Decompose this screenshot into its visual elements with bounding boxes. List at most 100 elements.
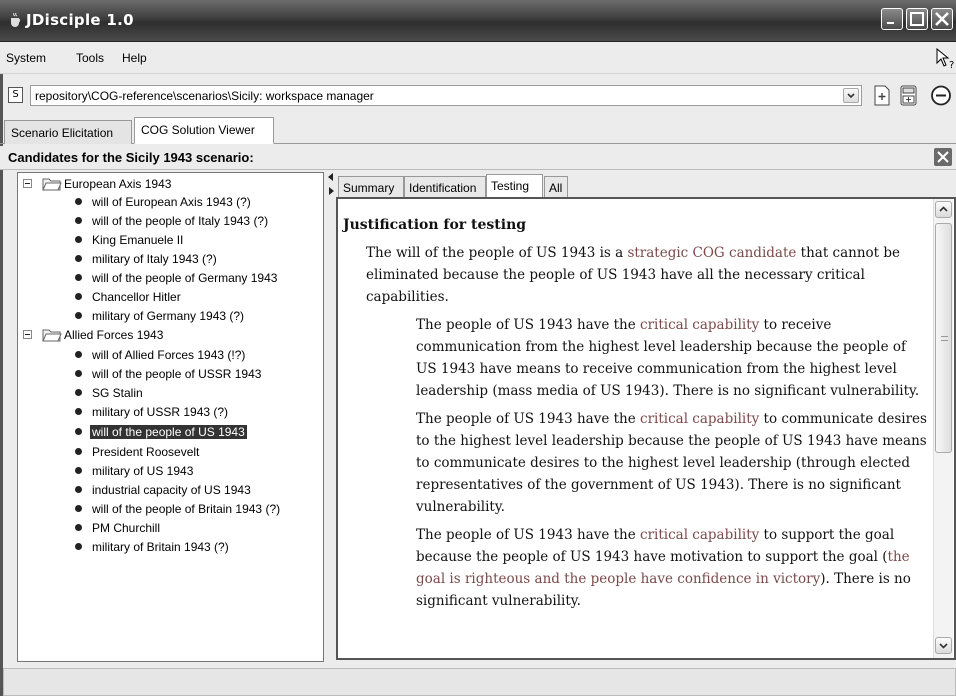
bullet-icon: [75, 312, 82, 319]
tree-group-label: Allied Forces 1943: [64, 328, 164, 342]
tree-leaf-label: will of the people of Italy 1943 (?): [92, 214, 269, 228]
tree-leaf-label: industrial capacity of US 1943: [92, 483, 251, 497]
status-bar: [3, 668, 956, 696]
tree-leaf[interactable]: military of Italy 1943 (?): [18, 251, 318, 267]
tree-leaf[interactable]: Chancellor Hitler: [18, 289, 318, 305]
workspace-path-combo[interactable]: repository\COG-reference\scenarios\Sicil…: [30, 85, 862, 106]
tree-leaf[interactable]: military of Britain 1943 (?): [18, 539, 318, 555]
close-icon: [937, 151, 949, 163]
tree-leaf-label: Chancellor Hitler: [92, 290, 181, 304]
tree-leaf-label: military of Germany 1943 (?): [92, 309, 245, 323]
critical-capability-link[interactable]: critical capability: [640, 317, 759, 333]
tree-leaf-label: military of Britain 1943 (?): [92, 540, 229, 554]
svg-text:?: ?: [949, 60, 954, 70]
bullet-icon: [75, 505, 82, 512]
tree-group-label: European Axis 1943: [64, 177, 172, 191]
menu-tools[interactable]: Tools: [76, 51, 104, 65]
bullet-icon: [75, 408, 82, 415]
save-workspace-icon[interactable]: [898, 85, 920, 106]
tree-leaf[interactable]: King Emanuele II: [18, 232, 318, 248]
vertical-scrollbar[interactable]: [933, 199, 953, 658]
bullet-icon: [75, 389, 82, 396]
justification-heading: Justification for testing: [343, 217, 527, 233]
remove-icon[interactable]: [930, 85, 952, 106]
add-document-icon[interactable]: [872, 85, 892, 106]
tree-leaf[interactable]: will of the people of USSR 1943: [18, 366, 318, 382]
justification-panel: Justification for testing The will of th…: [336, 197, 956, 660]
tree-leaf[interactable]: will of the people of Germany 1943: [18, 270, 318, 286]
menu-help[interactable]: Help: [122, 51, 147, 65]
bullet-icon: [75, 486, 82, 493]
tree-leaf[interactable]: military of US 1943: [18, 463, 318, 479]
tree-leaf-label: SG Stalin: [92, 386, 143, 400]
bullet-icon: [75, 370, 82, 377]
cog-candidate-paragraph: The will of the people of US 1943 is a s…: [366, 242, 929, 308]
menu-system[interactable]: System: [6, 51, 46, 65]
maximize-icon: [910, 12, 924, 26]
candidates-tree[interactable]: European Axis 1943 will of European Axis…: [17, 172, 324, 662]
bullet-icon: [75, 236, 82, 243]
tree-leaf[interactable]: will of the people of Britain 1943 (?): [18, 501, 318, 517]
bullet-icon: [75, 524, 82, 531]
close-window-button[interactable]: [931, 8, 953, 30]
bullet-icon: [75, 255, 82, 262]
tab-summary[interactable]: Summary: [338, 176, 404, 198]
tree-leaf-label: will of the people of Germany 1943: [92, 271, 278, 285]
tab-testing[interactable]: Testing: [486, 174, 543, 198]
bullet-icon: [75, 428, 82, 435]
help-cursor-icon[interactable]: ?: [936, 48, 956, 70]
tree-leaf-label: military of US 1943: [92, 464, 194, 478]
tree-leaf[interactable]: PM Churchill: [18, 520, 318, 536]
strategic-cog-link[interactable]: strategic COG candidate: [627, 245, 796, 261]
critical-capability-link[interactable]: critical capability: [640, 527, 759, 543]
folder-open-icon: [42, 329, 62, 342]
tree-leaf[interactable]: will of the people of Italy 1943 (?): [18, 213, 318, 229]
paragraph-text: The people of US 1943 have the: [416, 317, 641, 333]
tree-leaf-label: PM Churchill: [92, 521, 161, 535]
scroll-grip: [941, 336, 948, 341]
window-title: JDisciple 1.0: [26, 11, 134, 29]
collapse-toggle-icon[interactable]: [23, 330, 32, 339]
tree-leaf[interactable]: will of European Axis 1943 (?): [18, 194, 318, 210]
tree-leaf[interactable]: industrial capacity of US 1943: [18, 482, 318, 498]
java-cup-icon: [11, 12, 21, 27]
splitter-collapse-arrows-icon[interactable]: [327, 172, 335, 198]
critical-capability-link[interactable]: critical capability: [640, 411, 759, 427]
tab-cog-solution-viewer[interactable]: COG Solution Viewer: [134, 117, 274, 144]
scroll-thumb[interactable]: [935, 223, 952, 453]
minimize-icon: [887, 22, 894, 24]
combo-dropdown-button[interactable]: [843, 88, 859, 103]
scroll-up-button[interactable]: [935, 201, 952, 218]
menu-bar: System Tools Help ?: [0, 42, 956, 74]
bullet-icon: [75, 467, 82, 474]
collapse-toggle-icon[interactable]: [23, 179, 32, 188]
tree-leaf-label: military of Italy 1943 (?): [92, 252, 217, 266]
tab-all[interactable]: All: [544, 176, 568, 198]
tree-group-allied-forces[interactable]: Allied Forces 1943: [18, 327, 318, 343]
maximize-button[interactable]: [906, 8, 928, 30]
tab-scenario-elicitation[interactable]: Scenario Elicitation: [4, 120, 132, 144]
paragraph-text: The people of US 1943 have the: [416, 411, 641, 427]
close-candidates-button[interactable]: [934, 148, 952, 166]
tree-leaf[interactable]: military of USSR 1943 (?): [18, 404, 318, 420]
tree-leaf[interactable]: military of Germany 1943 (?): [18, 308, 318, 324]
capability-paragraph: The people of US 1943 have the critical …: [416, 524, 929, 612]
tree-leaf-selected[interactable]: will of the people of US 1943: [18, 424, 318, 440]
tree-leaf[interactable]: will of Allied Forces 1943 (!?): [18, 347, 318, 363]
tree-leaf[interactable]: SG Stalin: [18, 385, 318, 401]
title-bar[interactable]: JDisciple 1.0: [0, 0, 956, 42]
tree-leaf-label: King Emanuele II: [92, 233, 184, 247]
tab-identification[interactable]: Identification: [404, 176, 486, 198]
tree-leaf-label: President Roosevelt: [92, 445, 200, 459]
scroll-down-button[interactable]: [935, 637, 952, 654]
bullet-icon: [75, 543, 82, 550]
tree-group-european-axis[interactable]: European Axis 1943: [18, 176, 318, 192]
tree-leaf-label: will of the people of Britain 1943 (?): [92, 502, 281, 516]
bullet-icon: [75, 217, 82, 224]
chevron-down-icon: [939, 643, 948, 649]
paragraph-text: The will of the people of US 1943 is a: [366, 245, 628, 261]
minimize-button[interactable]: [881, 8, 903, 30]
tree-leaf-label: will of Allied Forces 1943 (!?): [92, 348, 246, 362]
tree-leaf[interactable]: President Roosevelt: [18, 444, 318, 460]
detail-tab-strip: Summary Identification Testing All: [336, 172, 956, 198]
